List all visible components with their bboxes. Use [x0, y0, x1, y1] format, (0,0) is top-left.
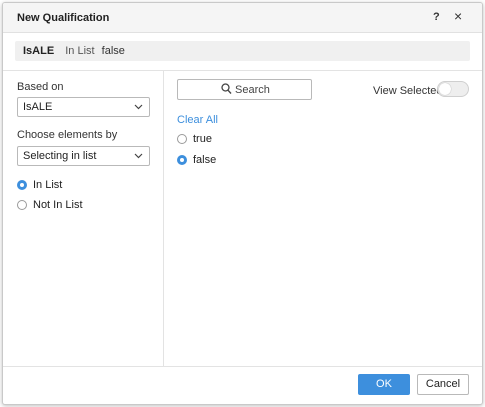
radio-label: In List	[33, 179, 63, 191]
radio-button-checked[interactable]	[177, 155, 187, 165]
view-selected-label: View Selected	[373, 85, 443, 97]
search-label: Search	[235, 84, 270, 96]
based-on-value: IsALE	[23, 101, 53, 113]
chevron-down-icon	[134, 153, 143, 159]
choose-elements-value: Selecting in list	[23, 150, 97, 162]
search-button[interactable]: Search	[177, 79, 312, 100]
choose-elements-select[interactable]: Selecting in list	[17, 146, 150, 166]
search-icon	[221, 83, 232, 94]
radio-button-unchecked[interactable]	[17, 200, 27, 210]
toggle-knob	[439, 83, 451, 95]
help-icon[interactable]: ?	[433, 11, 440, 23]
summary-attribute: IsALE	[23, 45, 55, 57]
dialog-header: New Qualification ? ×	[3, 3, 482, 33]
radio-label: Not In List	[33, 199, 83, 211]
qualification-summary: IsALE In List false	[15, 41, 470, 61]
radio-button-checked[interactable]	[17, 180, 27, 190]
based-on-label: Based on	[17, 81, 64, 93]
option-label: true	[193, 133, 212, 145]
ok-button[interactable]: OK	[358, 374, 410, 395]
chevron-down-icon	[134, 104, 143, 110]
new-qualification-dialog: New Qualification ? × IsALE In List fals…	[2, 2, 483, 405]
summary-value: false	[101, 45, 125, 57]
summary-operator: In List	[65, 45, 95, 57]
based-on-select[interactable]: IsALE	[17, 97, 150, 117]
close-icon[interactable]: ×	[454, 9, 462, 23]
dialog-title: New Qualification	[17, 12, 110, 24]
cancel-button[interactable]: Cancel	[417, 374, 469, 395]
view-selected-toggle[interactable]	[437, 81, 469, 97]
pane-divider	[163, 71, 164, 366]
choose-elements-label: Choose elements by	[17, 129, 118, 141]
radio-button-unchecked[interactable]	[177, 134, 187, 144]
option-label: false	[193, 154, 217, 166]
left-pane: Based on IsALE Choose elements by Select…	[3, 71, 163, 366]
clear-all-link[interactable]: Clear All	[177, 114, 218, 126]
footer-divider	[3, 366, 482, 367]
